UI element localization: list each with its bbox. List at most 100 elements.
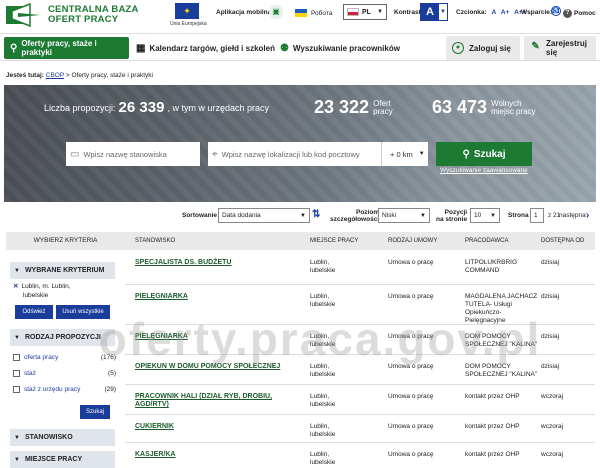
selected-criteria-section[interactable]: ▼ WYBRANE KRYTERIUM (10, 262, 115, 279)
filter-search-button[interactable]: Szukaj (80, 405, 110, 419)
page-input-value: 1 (534, 212, 538, 219)
breadcrumb: Jesteś tutaj: CBOP > Oferty pracy, staże… (6, 72, 153, 79)
offer-contract: Umowa o pracę (388, 293, 434, 300)
sort-order-icon[interactable]: ⇅ (312, 209, 320, 220)
offer-title[interactable]: KASJER/KA (135, 451, 175, 459)
font-size-normal[interactable]: A (492, 9, 496, 16)
contrast-label: Kontrast: (394, 9, 423, 16)
position-input[interactable]: ▭ Wpisz nazwę stanowiska (66, 142, 200, 166)
help-label: Pomoc (574, 10, 596, 17)
filter-office-internship-label: staż z urzędu pracy (24, 386, 81, 393)
eu-label: Unia Europejska (170, 21, 207, 27)
workplace-section[interactable]: ▼ MIEJSCE PRACY (10, 451, 115, 468)
table-row[interactable]: PIELĘGNIARKA Lublin, lubelskie Umowa o pr… (125, 285, 595, 325)
font-size-controls: Czcionka: A A+ A++ (456, 9, 526, 16)
page-label: Strona (508, 212, 529, 219)
chevron-down-icon: ▼ (377, 9, 383, 15)
location-pin-icon: ⌖ (212, 148, 218, 160)
page-input[interactable]: 1 (530, 208, 544, 223)
accessibility-icon[interactable]: ♿ (551, 6, 561, 16)
page-size-label: Pozycji na stronie (436, 209, 467, 223)
offer-available: dzisiaj (541, 259, 560, 266)
contrast-toggle[interactable]: A ▼ (420, 3, 448, 21)
search-hero: Liczba propozycji: 26 339 , w tym w urzę… (4, 85, 596, 202)
eu-badge: ✦ Unia Europejska (170, 3, 207, 27)
table-row[interactable]: SPECJALISTA DS. BUDŻETU Lublin, lubelskie… (125, 251, 595, 285)
offer-title[interactable]: OPIEKUN W DOMU POMOCY SPOŁECZNEJ (135, 363, 280, 371)
offer-available: dzisiaj (541, 363, 560, 370)
table-row[interactable]: CUKIERNIK Lublin, lubelskie Umowa o pracę… (125, 415, 595, 443)
login-button[interactable]: ● Zaloguj się (446, 36, 520, 60)
filter-office-internship[interactable]: staż z urzędu pracy (29) (13, 386, 116, 393)
breadcrumb-current: > Oferty pracy, staże i praktyki (65, 72, 153, 79)
col-available: DOSTĘPNA OD (541, 238, 585, 244)
offer-employer: MAGDALENA JACHACZ TUTELA- Usługi Opiekuńcz… (465, 293, 538, 324)
offer-title[interactable]: SPECJALISTA DS. BUDŻETU (135, 259, 231, 267)
next-page-link[interactable]: następna (559, 212, 586, 219)
proposal-type-section[interactable]: ▼ RODZAJ PROPOZYCJI (10, 329, 115, 346)
logo-mark-icon (4, 2, 44, 28)
detail-level-select[interactable]: Niski ▼ (378, 208, 430, 223)
offer-title[interactable]: PRACOWNIK HALI (DZIAŁ RYB, DROBIU, AGD/RT… (135, 393, 272, 409)
refresh-button[interactable]: Odśwież (15, 305, 53, 319)
offer-title[interactable]: PIELĘGNIARKA (135, 293, 188, 301)
offer-available: dzisiaj (541, 333, 560, 340)
advanced-search-link[interactable]: Wyszukiwanie zaawansowane (440, 167, 528, 174)
breadcrumb-prefix: Jesteś tutaj: (6, 72, 44, 79)
mobile-app-icon[interactable]: ▣ (269, 5, 283, 19)
nav-oferty[interactable]: ⚲ Oferty pracy, staże i praktyki (4, 37, 129, 59)
filter-internship[interactable]: staż (5) (13, 370, 116, 377)
ukraine-flag-icon (295, 9, 307, 17)
search-button[interactable]: ⚲ Szukaj (436, 142, 532, 166)
detail-level-label: Poziom szczegółowości (330, 209, 379, 223)
col-place: MIEJSCE PRACY (310, 238, 359, 244)
table-row[interactable]: PIELĘGNIARKA Lublin, lubelskie Umowa o pr… (125, 325, 595, 355)
offer-title[interactable]: CUKIERNIK (135, 423, 174, 431)
eu-flag-icon: ✦ (175, 3, 199, 19)
stat-vacancies-value: 63 473 (432, 97, 488, 117)
detail-level-l1: Poziom (356, 209, 380, 216)
table-row[interactable]: OPIEKUN W DOMU POMOCY SPOŁECZNEJ Lublin,… (125, 355, 595, 385)
offer-employer: LITPOLUKRBRIG COMMAND (465, 259, 518, 274)
location-input[interactable]: ⌖ Wpisz nazwę lokalizacji lub kod poczto… (208, 142, 382, 166)
offer-place: Lublin, lubelskie (310, 259, 336, 274)
calendar-icon: ▦ (136, 42, 146, 54)
table-row[interactable]: KASJER/KA Lublin, lubelskie Umowa o pracę… (125, 443, 595, 468)
help-link[interactable]: ? Pomoc (563, 9, 596, 18)
offer-contract: Umowa o pracę (388, 423, 434, 430)
checkbox[interactable] (13, 354, 20, 361)
chevron-down-icon: ▼ (14, 267, 20, 274)
checkbox[interactable] (13, 386, 20, 393)
stat-propositions-value: 26 339 (118, 99, 165, 116)
table-row[interactable]: PRACOWNIK HALI (DZIAŁ RYB, DROBIU, AGD/RT… (125, 385, 595, 415)
chevron-right-icon[interactable]: › (586, 210, 589, 221)
clear-all-button[interactable]: Usuń wszystkie (56, 305, 110, 319)
page-size-select[interactable]: 10 ▼ (470, 208, 500, 223)
breadcrumb-home[interactable]: CBOP (46, 72, 64, 79)
offer-employer: kontakt przez OHP (465, 451, 520, 458)
ukraine-link[interactable]: Робота (295, 9, 332, 17)
logo-line2: OFERT PRACY (48, 14, 119, 25)
remove-icon[interactable]: ✕ (13, 283, 18, 290)
nav-wyszukiwanie[interactable]: ⚉ Wyszukiwanie pracowników (280, 37, 400, 59)
offer-employer: kontakt przez OHP (465, 423, 520, 430)
offer-available: wczoraj (541, 451, 564, 458)
filter-job-offer[interactable]: oferta pracy (176) (13, 354, 116, 361)
nav-kalendarz[interactable]: ▦ Kalendarz targów, giełd i szkoleń (136, 37, 275, 59)
distance-select[interactable]: + 0 km ▼ (382, 142, 428, 166)
chevron-down-icon: ▼ (14, 434, 20, 441)
contrast-value: A (421, 4, 439, 20)
cbop-logo[interactable]: CENTRALNA BAZA OFERT PRACY (4, 2, 154, 28)
checkbox[interactable] (13, 370, 20, 377)
position-section[interactable]: ▼ STANOWISKO (10, 429, 115, 446)
font-size-large[interactable]: A+ (501, 9, 510, 16)
register-button[interactable]: ✎ Zarejestruj się (524, 36, 596, 60)
offer-title[interactable]: PIELĘGNIARKA (135, 333, 188, 341)
mobile-app-link[interactable]: Aplikacja mobilna (216, 9, 271, 16)
edit-icon: ✎ (531, 41, 540, 52)
location-placeholder: Wpisz nazwę lokalizacji lub kod pocztowy (221, 149, 360, 159)
language-select[interactable]: PL ▼ (343, 4, 387, 20)
help-icon: ? (563, 9, 572, 18)
support-label: Wsparcie: (521, 9, 553, 16)
sort-select[interactable]: Data dodania ▼ (218, 208, 310, 223)
